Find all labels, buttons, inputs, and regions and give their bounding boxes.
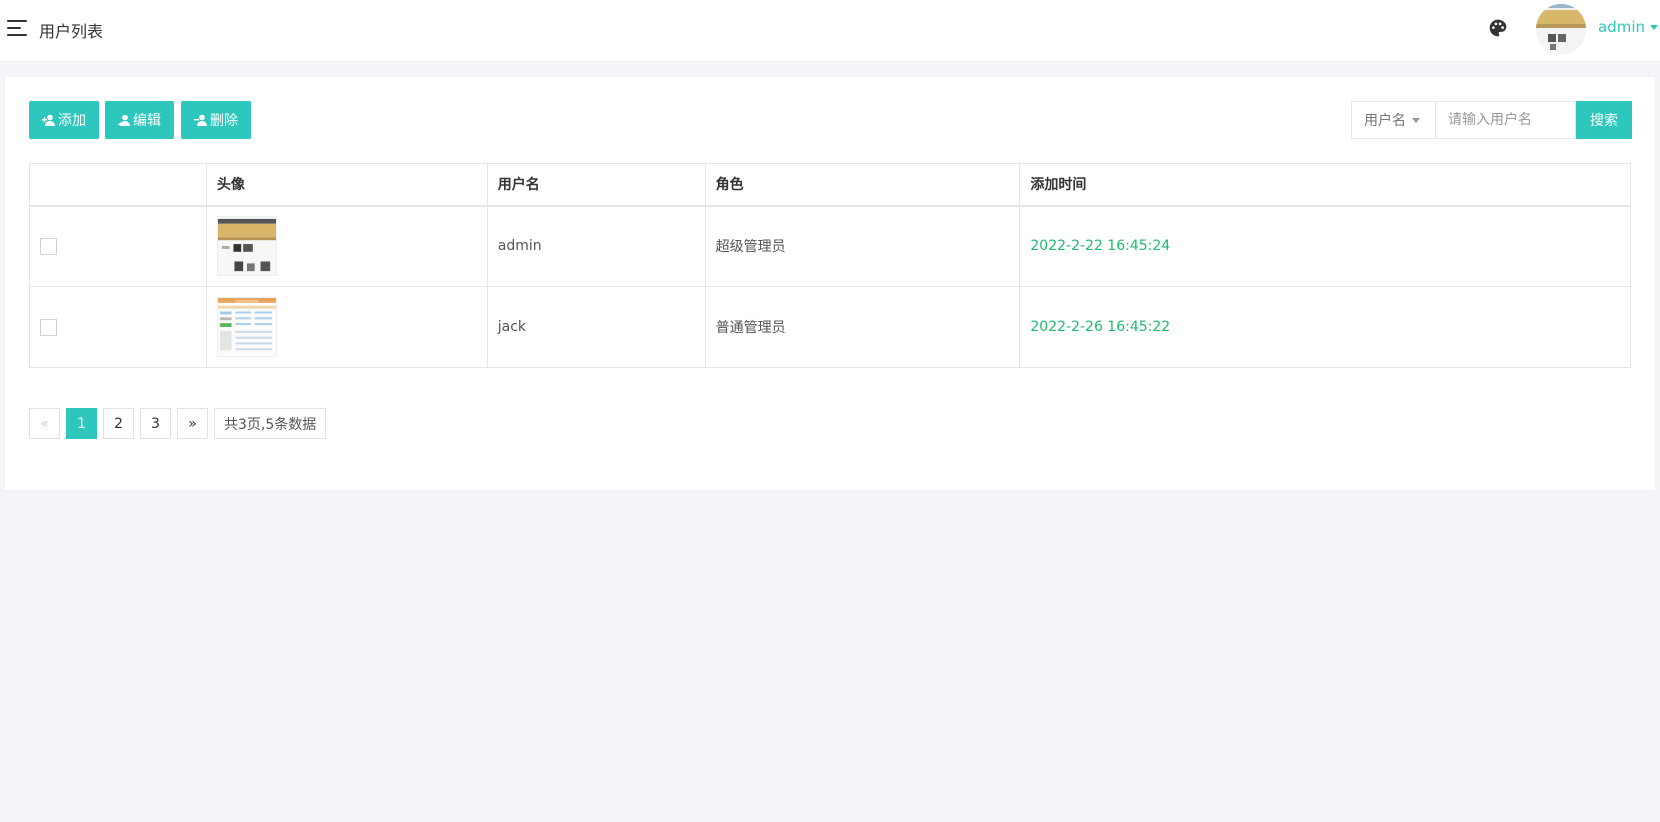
role-cell: 普通管理员 — [704, 286, 1021, 368]
role-cell: 超级管理员 — [704, 205, 1021, 287]
search-field-label: 用户名 — [1364, 113, 1406, 129]
column-header-avatar: 头像 — [205, 163, 488, 206]
table-row: admin 超级管理员 2022-2-22 16:45:24 — [29, 205, 1631, 287]
pagination: « 1 2 3 » 共3页,5条数据 — [29, 408, 327, 439]
next-page-button[interactable]: » — [177, 408, 208, 439]
user-name: admin — [1598, 18, 1645, 36]
column-header-username: 用户名 — [486, 163, 706, 206]
column-header-added-time: 添加时间 — [1019, 163, 1631, 206]
edit-user-button[interactable]: 编辑 — [105, 101, 174, 139]
edit-user-icon — [118, 114, 130, 126]
user-table: 头像 用户名 角色 添加时间 admin 超级管理员 2022-2-22 16:… — [29, 163, 1631, 368]
page-button-3[interactable]: 3 — [140, 408, 171, 439]
avatar-cell — [205, 286, 488, 368]
hamburger-menu-icon[interactable] — [7, 19, 29, 37]
remove-user-icon — [194, 114, 207, 126]
table-row: jack 普通管理员 2022-2-26 16:45:22 — [29, 286, 1631, 368]
page-button-1[interactable]: 1 — [66, 408, 97, 439]
search-button[interactable]: 搜索 — [1576, 101, 1632, 139]
chevron-down-icon — [1412, 117, 1420, 123]
main-panel: 添加 编辑 删除 用户名 搜索 — [5, 77, 1655, 490]
added-time-cell: 2022-2-26 16:45:22 — [1019, 286, 1631, 368]
add-user-button[interactable]: 添加 — [29, 101, 99, 139]
edit-label: 编辑 — [133, 112, 161, 128]
column-header-role: 角色 — [704, 163, 1021, 206]
user-avatar-thumbnail[interactable] — [216, 297, 277, 357]
row-checkbox[interactable] — [40, 318, 57, 336]
user-menu[interactable]: admin — [1598, 18, 1658, 36]
delete-label: 删除 — [210, 112, 238, 128]
select-cell — [29, 286, 207, 368]
page-button-2[interactable]: 2 — [103, 408, 134, 439]
page-title: 用户列表 — [39, 22, 104, 41]
username-cell: admin — [486, 205, 706, 287]
top-bar: 用户列表 admin — [0, 0, 1660, 62]
prev-page-button[interactable]: « — [29, 408, 60, 439]
add-label: 添加 — [58, 112, 86, 128]
add-user-icon — [42, 114, 55, 126]
row-checkbox[interactable] — [40, 237, 57, 255]
column-header-select — [29, 163, 207, 206]
user-avatar-thumbnail[interactable] — [216, 216, 277, 277]
select-cell — [29, 205, 207, 287]
table-header-row: 头像 用户名 角色 添加时间 — [29, 163, 1631, 206]
chevron-down-icon — [1650, 25, 1658, 30]
username-cell: jack — [486, 286, 706, 368]
avatar[interactable] — [1536, 4, 1586, 54]
search-group: 用户名 搜索 — [1351, 101, 1632, 139]
added-time-cell: 2022-2-22 16:45:24 — [1019, 205, 1631, 287]
search-field-select[interactable]: 用户名 — [1351, 101, 1435, 139]
search-input[interactable] — [1435, 101, 1576, 139]
avatar-cell — [205, 205, 488, 287]
delete-user-button[interactable]: 删除 — [181, 101, 251, 139]
pagination-info: 共3页,5条数据 — [214, 408, 327, 439]
palette-icon[interactable] — [1488, 18, 1508, 38]
